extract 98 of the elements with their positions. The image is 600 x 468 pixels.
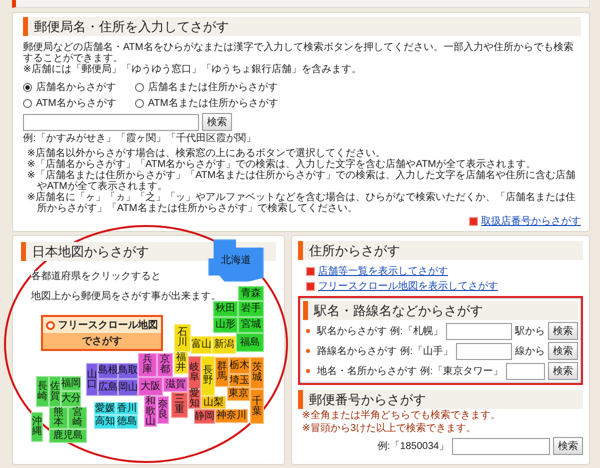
- intro-text: 郵便局などの店舗名・ATM名をひらがなまたは漢字で入力して検索ボタンを押してください。一部入力や住所からでも検索することができます。: [23, 42, 574, 64]
- prefecture-block[interactable]: 石川: [174, 324, 191, 352]
- prefecture-block[interactable]: 沖縄: [31, 412, 43, 442]
- prefecture-block[interactable]: 群馬: [215, 357, 229, 387]
- prefecture-block[interactable]: 岩手: [238, 301, 264, 317]
- prefecture-block[interactable]: 神奈川: [215, 409, 248, 423]
- suffix-text: 駅から: [515, 325, 545, 338]
- prefecture-block[interactable]: 福岡: [61, 376, 81, 391]
- search-field[interactable]: [23, 114, 199, 130]
- note-text: ※店舗には「郵便局」「ゆうゆう窓口」「ゆうちょ銀行店舗」を含みます。: [23, 64, 362, 75]
- prefecture-block[interactable]: 愛媛: [94, 402, 116, 415]
- bullet-icon: [306, 369, 310, 373]
- link[interactable]: 店舗等一覧を表示してさがす: [318, 264, 448, 278]
- prefecture-block[interactable]: 茨城: [250, 357, 264, 389]
- bullet-icon: [306, 349, 310, 353]
- prefecture-block[interactable]: 島根: [98, 363, 118, 379]
- bullet-icon: [306, 329, 310, 333]
- prefecture-block[interactable]: 山口: [86, 363, 98, 396]
- search-button[interactable]: 検索: [548, 342, 578, 360]
- prefecture-block[interactable]: 長野: [201, 356, 215, 396]
- section-heading: 郵便番号からさがす: [298, 390, 583, 409]
- prefecture-block[interactable]: 富山: [191, 336, 212, 354]
- radio-label: ATM名または住所からさがす: [148, 96, 278, 110]
- prefecture-block[interactable]: 高知: [94, 415, 116, 429]
- prefecture-block[interactable]: 山形: [213, 317, 238, 333]
- prefecture-block[interactable]: 愛知: [188, 389, 201, 409]
- prefecture-block[interactable]: 香川: [116, 402, 138, 415]
- section-heading: 駅名・路線名などからさがす: [303, 301, 578, 320]
- radio-label: ATM名からさがす: [36, 97, 116, 110]
- radio-button[interactable]: [135, 98, 144, 108]
- search-button[interactable]: 検索: [202, 113, 232, 131]
- prefecture-block[interactable]: 宮崎: [68, 407, 87, 429]
- bullet-icon: [306, 266, 315, 276]
- search-button[interactable]: 検索: [548, 322, 578, 340]
- search-field[interactable]: [446, 322, 512, 340]
- prefecture-block[interactable]: 和歌山: [144, 396, 157, 427]
- radio-button[interactable]: [23, 98, 32, 108]
- bullet-icon: [306, 282, 315, 290]
- prefecture-block[interactable]: 徳島: [116, 415, 138, 429]
- example-text: 例:「山手」: [400, 344, 453, 358]
- map-button[interactable]: フリースクロール地図 でさがす: [41, 315, 163, 351]
- example-text: 例:「東京タワー」: [420, 364, 503, 378]
- prefecture-block[interactable]: 福井: [174, 352, 188, 374]
- prefecture-block[interactable]: 青森: [238, 286, 264, 301]
- bullet-icon: [469, 216, 478, 226]
- prefecture-block[interactable]: 岡山: [118, 379, 138, 396]
- search-field[interactable]: [456, 342, 512, 360]
- radio-label: 店舗名からさがす: [36, 80, 116, 94]
- note-text: ※「店舗名からさがす」「ATM名からさがす」での検索は、入力した文字を含む店舗やATMが全て表示されます。: [27, 159, 536, 170]
- prefecture-block[interactable]: 岐阜: [188, 356, 201, 389]
- radio-button[interactable]: [135, 82, 144, 92]
- search-button[interactable]: 検索: [548, 362, 578, 380]
- example-text: 例:「1850034」: [377, 440, 449, 453]
- prefecture-block[interactable]: 秋田: [213, 301, 238, 317]
- search-field[interactable]: [452, 438, 550, 454]
- prefecture-block[interactable]: 兵庫: [138, 353, 157, 377]
- prefecture-block[interactable]: 熊本: [49, 407, 68, 429]
- example-text: 例:「札幌」: [390, 324, 443, 338]
- example-text: 例:「かすみがせき」「霞ヶ関」「千代田区霞が関」: [23, 133, 257, 145]
- prefecture-block[interactable]: 新潟: [212, 336, 236, 354]
- prefecture-block[interactable]: 大分: [61, 391, 81, 407]
- link[interactable]: フリースクロール地図を表示してさがす: [318, 279, 498, 293]
- row-label: 路線名からさがす: [317, 345, 397, 358]
- suffix-text: 線から: [515, 345, 545, 358]
- prefecture-block[interactable]: 千葉: [250, 389, 264, 424]
- prefecture-block[interactable]: 東京: [227, 387, 250, 401]
- section-heading: 住所からさがす: [298, 241, 583, 260]
- ring-icon: [46, 320, 55, 330]
- search-button[interactable]: 検索: [553, 437, 583, 455]
- prefecture-block[interactable]: 鳥取: [118, 363, 138, 379]
- prefecture-block[interactable]: 宮城: [238, 317, 264, 333]
- prefecture-block[interactable]: 山梨: [201, 396, 226, 409]
- prefecture-block[interactable]: 長崎: [36, 376, 49, 407]
- prefecture-block[interactable]: 滋賀: [163, 377, 188, 392]
- prefecture-block[interactable]: 鹿児島: [49, 429, 87, 443]
- prefecture-block[interactable]: 栃木: [229, 357, 250, 374]
- prefecture-block[interactable]: 大阪: [138, 377, 163, 396]
- note-text: ※店舗名以外からさがす場合は、検索窓の上にあるボタンで選択してください。: [27, 148, 386, 159]
- prefecture-block[interactable]: 京都: [157, 353, 173, 377]
- note-text: ※店舗名に「ヶ」「ヵ」「之」「ッ」やアルファベットなどを含む場合は、ひらがなで検索いただくか、「店舗名または住所からさがす」「ATM名または住所からさがす」で検索してください。: [27, 192, 576, 214]
- note-text: ※全角または半角どちらでも検索できます。: [301, 410, 502, 422]
- prefecture-block[interactable]: 佐賀: [49, 376, 61, 407]
- prefecture-block[interactable]: 埼玉: [229, 374, 250, 387]
- row-label: 地名・名所からさがす: [317, 364, 417, 378]
- prefecture-block[interactable]: 福島: [236, 333, 264, 352]
- search-field[interactable]: [506, 362, 545, 380]
- note-text: ※冒頭から3けた以上で検索できます。: [301, 423, 477, 435]
- prefecture-block[interactable]: 奈良: [157, 396, 169, 424]
- radio-button[interactable]: [23, 82, 32, 92]
- link[interactable]: 取扱店番号からさがす: [481, 214, 581, 228]
- note-text: ※「店舗名または住所からさがす」「ATM名または住所からさがす」での検索は、入力した文字を店舗名や住所に含む店舗やATMが全て表示されます。: [27, 170, 577, 192]
- instruction-text: 各都道府県をクリックすると: [31, 271, 161, 283]
- radio-label: 店舗名または住所からさがす: [148, 80, 278, 94]
- section-heading: 郵便局名・住所を入力してさがす: [23, 17, 581, 36]
- row-label: 駅名からさがす: [317, 325, 387, 338]
- prefecture-block[interactable]: 三重: [171, 392, 188, 418]
- prefecture-block[interactable]: 広島: [98, 379, 118, 396]
- prefecture-block[interactable]: 静岡: [194, 409, 215, 424]
